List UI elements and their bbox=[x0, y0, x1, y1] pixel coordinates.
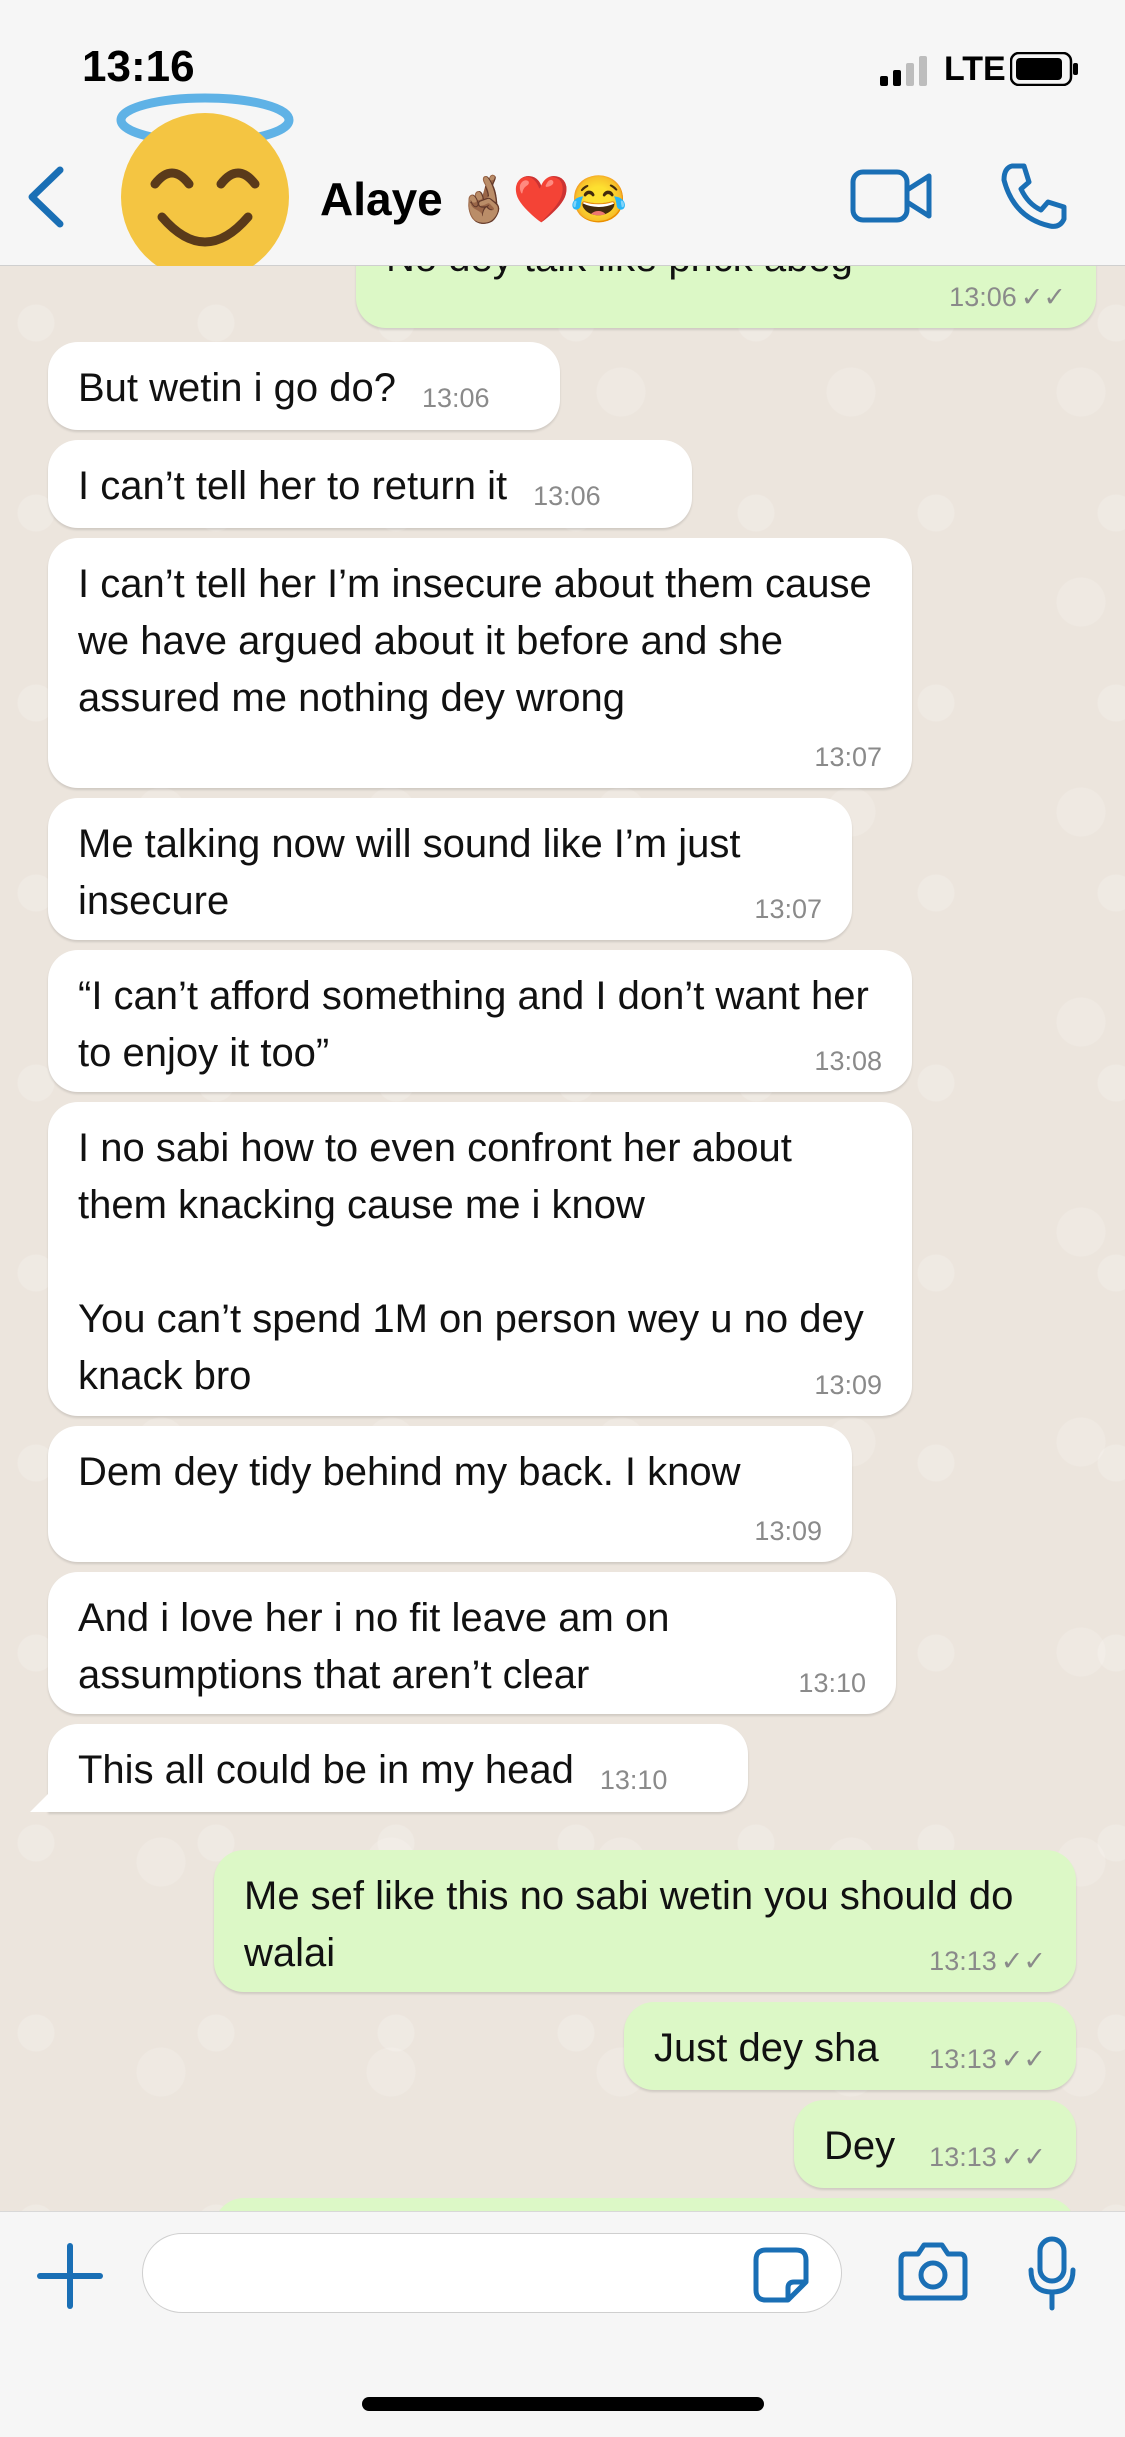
message-text: Dem dey tidy behind my back. I know bbox=[78, 1450, 741, 1494]
message-meta: 13:13 ✓✓ bbox=[929, 1946, 1046, 1976]
message-text: But wetin i go do? bbox=[78, 366, 396, 410]
status-time: 13:16 bbox=[82, 42, 195, 91]
message-meta: 13:13 ✓✓ bbox=[929, 2142, 1046, 2172]
camera-icon[interactable] bbox=[898, 2240, 968, 2302]
message-time: 13:08 bbox=[814, 1046, 882, 1076]
sticker-icon[interactable] bbox=[752, 2246, 810, 2304]
message-input[interactable] bbox=[142, 2233, 842, 2313]
message-text: Me talking now will sound like I’m just … bbox=[78, 822, 752, 923]
message-time: 13:06 bbox=[422, 383, 490, 413]
read-ticks-icon: ✓✓ bbox=[1000, 2142, 1046, 2172]
message-time: 13:09 bbox=[814, 1370, 882, 1400]
message-time: 13:13 bbox=[929, 2044, 997, 2074]
message-time: 13:09 bbox=[754, 1516, 822, 1546]
message-time: 13:06 bbox=[533, 481, 601, 511]
read-ticks-icon: ✓✓ bbox=[1000, 1946, 1046, 1976]
message-time: 13:07 bbox=[814, 742, 882, 772]
message-time: 13:06 bbox=[949, 282, 1017, 312]
plus-icon[interactable] bbox=[36, 2242, 104, 2310]
message-text: I no sabi how to even confront her about… bbox=[78, 1126, 864, 1398]
message-meta: 13:06 ✓✓ bbox=[949, 282, 1066, 312]
bubble-tail bbox=[30, 1786, 56, 1812]
message-time: 13:13 bbox=[929, 1946, 997, 1976]
video-call-icon[interactable] bbox=[850, 164, 932, 228]
message-text: Just dey sha bbox=[654, 2026, 879, 2070]
read-ticks-icon: ✓✓ bbox=[1020, 282, 1066, 312]
message-text: Dey bbox=[824, 2124, 896, 2168]
message-time: 13:10 bbox=[599, 1765, 668, 1795]
message-bubble-incoming[interactable]: This all could be in my head 13:10 bbox=[30, 1724, 748, 1812]
message-bubble-incoming[interactable]: But wetin i go do? 13:06 bbox=[48, 342, 560, 430]
message-bubble-incoming[interactable]: I can’t tell her to return it 13:06 bbox=[48, 440, 692, 528]
phone-call-icon[interactable] bbox=[998, 160, 1070, 232]
message-time: 13:07 bbox=[754, 894, 822, 924]
message-bubble-outgoing[interactable]: Just dey sha 13:13 ✓✓ bbox=[624, 2002, 1076, 2090]
chat-area[interactable]: No dey talk like prick abeg 13:06✓✓ But … bbox=[0, 266, 1125, 2211]
back-chevron-icon[interactable] bbox=[20, 162, 70, 232]
home-indicator[interactable] bbox=[362, 2397, 764, 2411]
message-bubble-incoming[interactable]: I no sabi how to even confront her about… bbox=[48, 1102, 912, 1416]
message-bubble-incoming[interactable]: And i love her i no fit leave am on assu… bbox=[48, 1572, 896, 1714]
microphone-icon[interactable] bbox=[1026, 2236, 1078, 2312]
message-bubble-incoming[interactable]: I can’t tell her I’m insecure about them… bbox=[48, 538, 912, 788]
read-ticks-icon: ✓✓ bbox=[1000, 2044, 1046, 2074]
message-bubble-outgoing-partial[interactable] bbox=[214, 2198, 1076, 2211]
message-bubble-outgoing[interactable]: Me sef like this no sabi wetin you shoul… bbox=[214, 1850, 1076, 1992]
message-bubble-outgoing[interactable]: No dey talk like prick abeg 13:06✓✓ bbox=[356, 266, 1096, 328]
message-bubble-incoming[interactable]: Dem dey tidy behind my back. I know 13:0… bbox=[48, 1426, 852, 1562]
message-text: I can’t tell her I’m insecure about them… bbox=[78, 562, 883, 720]
message-time: 13:13 bbox=[929, 2142, 997, 2172]
message-bubble-incoming[interactable]: “I can’t afford something and I don’t wa… bbox=[48, 950, 912, 1092]
battery-icon bbox=[1010, 52, 1078, 86]
message-text: This all could be in my head bbox=[78, 1748, 574, 1792]
contact-name[interactable]: Alaye 🤞🏽❤️😂 bbox=[320, 172, 627, 227]
message-text: I can’t tell her to return it bbox=[78, 464, 508, 508]
message-meta: 13:13 ✓✓ bbox=[929, 2044, 1046, 2074]
network-label: LTE bbox=[944, 50, 1006, 88]
message-text: And i love her i no fit leave am on assu… bbox=[78, 1596, 681, 1697]
signal-strength-icon bbox=[880, 56, 927, 86]
message-text: No dey talk like prick abeg bbox=[386, 266, 853, 280]
message-bubble-outgoing[interactable]: Dey 13:13 ✓✓ bbox=[794, 2100, 1076, 2188]
contact-avatar[interactable] bbox=[110, 92, 300, 282]
message-time: 13:10 bbox=[798, 1668, 866, 1698]
message-text: Me sef like this no sabi wetin you shoul… bbox=[244, 1874, 1025, 1975]
message-bubble-incoming[interactable]: Me talking now will sound like I’m just … bbox=[48, 798, 852, 940]
message-text: “I can’t afford something and I don’t wa… bbox=[78, 974, 880, 1075]
